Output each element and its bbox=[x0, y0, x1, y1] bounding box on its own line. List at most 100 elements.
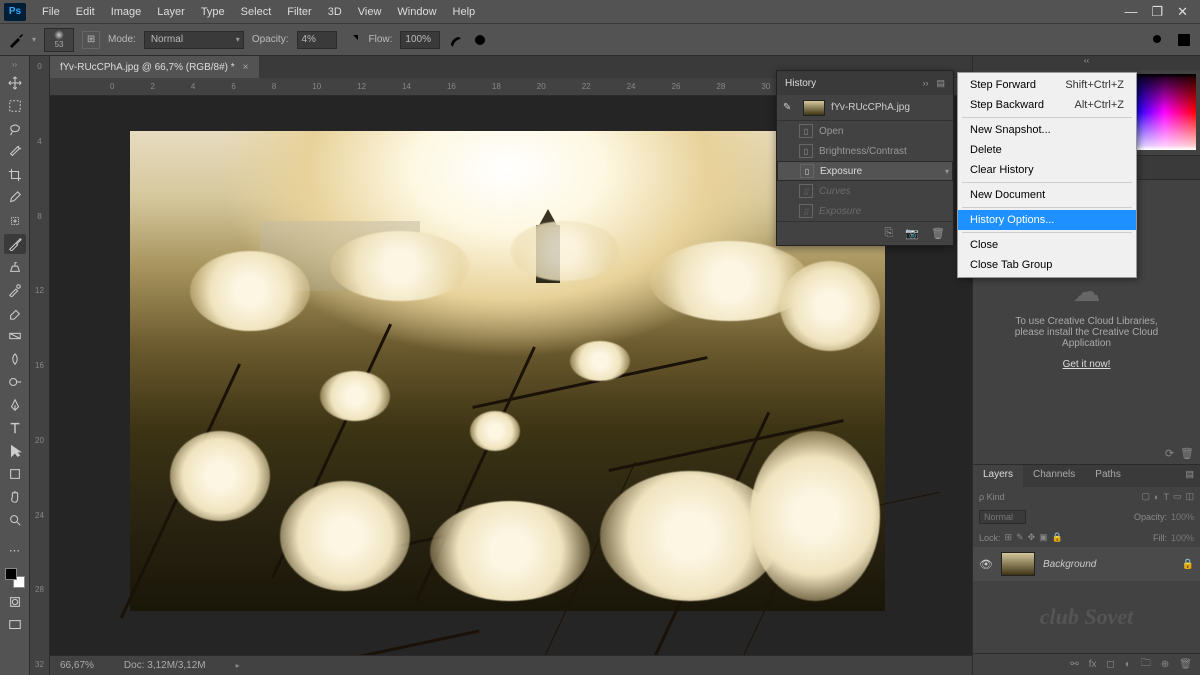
new-layer-icon[interactable]: ⊕ bbox=[1161, 659, 1169, 670]
menu-view[interactable]: View bbox=[350, 2, 390, 22]
eraser-tool[interactable] bbox=[4, 303, 26, 323]
menu-type[interactable]: Type bbox=[193, 2, 233, 22]
filter-adjust-icon[interactable]: ◐ bbox=[1154, 492, 1159, 502]
quick-mask-icon[interactable] bbox=[4, 592, 26, 612]
lasso-tool[interactable] bbox=[4, 119, 26, 139]
menu-3d[interactable]: 3D bbox=[320, 2, 350, 22]
delete-layer-icon[interactable]: 🗑 bbox=[1179, 659, 1192, 670]
dodge-tool[interactable] bbox=[4, 372, 26, 392]
ctx-new-document[interactable]: New Document bbox=[958, 185, 1136, 205]
layer-fx-icon[interactable]: fx bbox=[1089, 659, 1097, 670]
lib-get-link[interactable]: Get it now! bbox=[1063, 359, 1111, 370]
screen-mode-icon[interactable] bbox=[4, 615, 26, 635]
tools-expand-icon[interactable]: ›› bbox=[12, 60, 17, 70]
filter-shape-icon[interactable]: ▭ bbox=[1173, 491, 1182, 502]
crop-tool[interactable] bbox=[4, 165, 26, 185]
menu-layer[interactable]: Layer bbox=[149, 2, 193, 22]
type-tool[interactable] bbox=[4, 418, 26, 438]
menu-select[interactable]: Select bbox=[233, 2, 280, 22]
menu-window[interactable]: Window bbox=[389, 2, 444, 22]
filter-image-icon[interactable]: ▢ bbox=[1142, 491, 1151, 502]
clone-stamp-tool[interactable] bbox=[4, 257, 26, 277]
history-brush-tool[interactable] bbox=[4, 280, 26, 300]
adjustment-layer-icon[interactable]: ◐ bbox=[1125, 659, 1131, 670]
brush-dropdown-icon[interactable]: ▾ bbox=[32, 35, 36, 44]
magic-wand-tool[interactable] bbox=[4, 142, 26, 162]
history-source-row[interactable]: ✎ fYv-RUcCPhA.jpg bbox=[777, 95, 953, 121]
tab-close-icon[interactable]: × bbox=[243, 62, 249, 73]
filter-smart-icon[interactable]: ◫ bbox=[1185, 491, 1194, 502]
ctx-history-options[interactable]: History Options... bbox=[958, 210, 1136, 230]
ctx-new-snapshot[interactable]: New Snapshot... bbox=[958, 120, 1136, 140]
zoom-level[interactable]: 66,67% bbox=[60, 660, 94, 671]
window-minimize-icon[interactable]: — bbox=[1124, 4, 1137, 20]
ctx-step-forward[interactable]: Step ForwardShift+Ctrl+Z bbox=[958, 75, 1136, 95]
layer-row-background[interactable]: 👁 Background 🔒 bbox=[973, 547, 1200, 581]
new-snapshot-icon[interactable]: 📷 bbox=[905, 227, 919, 240]
new-doc-from-state-icon[interactable]: ⎘ bbox=[885, 227, 894, 240]
layer-group-icon[interactable]: 🗀 bbox=[1141, 656, 1151, 673]
window-restore-icon[interactable]: ❐ bbox=[1151, 4, 1163, 20]
lock-artboard-icon[interactable]: ▣ bbox=[1039, 532, 1048, 543]
menu-file[interactable]: File bbox=[34, 2, 68, 22]
history-step-curves[interactable]: ▯Curves bbox=[777, 181, 953, 201]
blur-tool[interactable] bbox=[4, 349, 26, 369]
link-layers-icon[interactable]: ⚯ bbox=[1070, 659, 1078, 670]
tab-layers[interactable]: Layers bbox=[973, 465, 1023, 487]
document-tab[interactable]: fYv-RUcCPhA.jpg @ 66,7% (RGB/8#) * × bbox=[50, 56, 259, 78]
tab-channels[interactable]: Channels bbox=[1023, 465, 1085, 487]
blend-mode-select[interactable]: Normal bbox=[144, 31, 244, 49]
ctx-close[interactable]: Close bbox=[958, 235, 1136, 255]
layer-filter-kind[interactable]: ρ Kind bbox=[979, 492, 1005, 502]
lock-position-icon[interactable]: ✥ bbox=[1028, 532, 1036, 543]
history-collapse-icon[interactable]: ›› bbox=[922, 78, 928, 89]
lock-pixels-icon[interactable]: ⊞ bbox=[1005, 532, 1013, 543]
opacity-input[interactable]: 4% bbox=[297, 31, 337, 49]
layer-blend-select[interactable]: Normal bbox=[979, 510, 1026, 524]
zoom-tool[interactable] bbox=[4, 510, 26, 530]
layer-thumbnail[interactable] bbox=[1001, 552, 1035, 576]
edit-toolbar-icon[interactable]: ⋯ bbox=[4, 540, 26, 560]
move-tool[interactable] bbox=[4, 73, 26, 93]
menu-edit[interactable]: Edit bbox=[68, 2, 103, 22]
search-icon[interactable] bbox=[1150, 32, 1166, 48]
ctx-delete[interactable]: Delete bbox=[958, 140, 1136, 160]
spot-heal-tool[interactable] bbox=[4, 211, 26, 231]
path-select-tool[interactable] bbox=[4, 441, 26, 461]
doc-info[interactable]: Doc: 3,12M/3,12M bbox=[124, 660, 206, 671]
menu-help[interactable]: Help bbox=[445, 2, 484, 22]
ctx-step-backward[interactable]: Step BackwardAlt+Ctrl+Z bbox=[958, 95, 1136, 115]
workspace-switcher-icon[interactable] bbox=[1176, 32, 1192, 48]
lib-delete-icon[interactable]: 🗑 bbox=[1180, 447, 1194, 460]
history-step-open[interactable]: ▯Open bbox=[777, 121, 953, 141]
delete-state-icon[interactable]: 🗑 bbox=[931, 227, 945, 240]
marquee-tool[interactable] bbox=[4, 96, 26, 116]
pressure-size-icon[interactable] bbox=[472, 32, 488, 48]
gradient-tool[interactable] bbox=[4, 326, 26, 346]
lock-all-icon[interactable]: 🔒 bbox=[1052, 532, 1063, 543]
tab-paths[interactable]: Paths bbox=[1085, 465, 1131, 487]
fill-value[interactable]: 100% bbox=[1171, 533, 1194, 543]
opacity-pressure-icon[interactable] bbox=[345, 32, 361, 48]
doc-info-dropdown-icon[interactable]: ▸ bbox=[236, 661, 240, 670]
layer-visibility-icon[interactable]: 👁 bbox=[979, 558, 993, 571]
history-step-exposure-2[interactable]: ▯Exposure bbox=[777, 201, 953, 221]
ctx-clear-history[interactable]: Clear History bbox=[958, 160, 1136, 180]
ctx-close-tab-group[interactable]: Close Tab Group bbox=[958, 255, 1136, 275]
foreground-background-colors[interactable] bbox=[4, 567, 26, 589]
eyedropper-tool[interactable] bbox=[4, 188, 26, 208]
airbrush-icon[interactable] bbox=[448, 32, 464, 48]
menu-image[interactable]: Image bbox=[103, 2, 150, 22]
lib-sync-icon[interactable]: ⟳ bbox=[1165, 447, 1174, 460]
panel-menu-icon[interactable]: ▤ bbox=[1179, 465, 1200, 487]
dock-collapse-icon[interactable]: ‹‹ bbox=[973, 56, 1200, 70]
lock-brush-icon[interactable]: ✎ bbox=[1016, 532, 1024, 543]
history-step-brightness[interactable]: ▯Brightness/Contrast bbox=[777, 141, 953, 161]
layer-opacity-value[interactable]: 100% bbox=[1171, 512, 1194, 522]
layer-name[interactable]: Background bbox=[1043, 559, 1096, 570]
pen-tool[interactable] bbox=[4, 395, 26, 415]
menu-filter[interactable]: Filter bbox=[279, 2, 319, 22]
brush-panel-toggle-icon[interactable]: ⊞ bbox=[82, 31, 100, 49]
filter-type-icon[interactable]: T bbox=[1163, 492, 1169, 502]
brush-preset-picker[interactable]: 53 bbox=[44, 28, 74, 52]
